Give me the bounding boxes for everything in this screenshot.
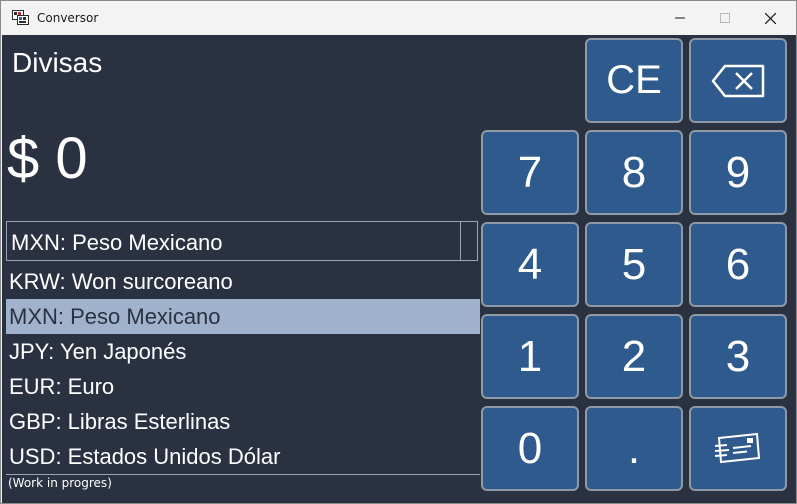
clear-entry-button[interactable]: CE	[585, 38, 683, 123]
decimal-point-button[interactable]: .	[585, 406, 683, 491]
minimize-icon	[675, 17, 685, 19]
list-item-krw[interactable]: KRW: Won surcoreano	[6, 264, 480, 299]
close-button[interactable]	[747, 1, 793, 35]
list-item-usd[interactable]: USD: Estados Unidos Dólar	[6, 439, 480, 474]
footer-note: (Work in progres)	[8, 476, 112, 490]
backspace-button[interactable]	[689, 38, 787, 123]
convert-button[interactable]	[689, 406, 787, 491]
key-8[interactable]: 8	[585, 130, 683, 215]
currency-dropdown-list[interactable]: KRW: Won surcoreano MXN: Peso Mexicano J…	[6, 264, 480, 475]
app-icon	[12, 10, 29, 25]
maximize-button[interactable]	[702, 1, 748, 35]
title-bar[interactable]: Conversor	[1, 1, 796, 35]
key-1[interactable]: 1	[481, 314, 579, 399]
key-3[interactable]: 3	[689, 314, 787, 399]
list-divider	[6, 474, 480, 475]
app-window: Conversor Divisas $ 0 MXN: Peso Mexicano…	[0, 0, 797, 504]
key-4[interactable]: 4	[481, 222, 579, 307]
mode-title: Divisas	[12, 47, 103, 78]
list-item-gbp[interactable]: GBP: Libras Esterlinas	[6, 404, 480, 439]
list-item-jpy[interactable]: JPY: Yen Japonés	[6, 334, 480, 369]
key-6[interactable]: 6	[689, 222, 787, 307]
currency-combobox[interactable]: MXN: Peso Mexicano	[6, 221, 478, 261]
amount-display: $ 0	[7, 126, 88, 191]
list-item-mxn[interactable]: MXN: Peso Mexicano	[6, 299, 480, 334]
key-7[interactable]: 7	[481, 130, 579, 215]
key-5[interactable]: 5	[585, 222, 683, 307]
convert-icon	[714, 432, 761, 463]
converter-panel: Divisas $ 0 MXN: Peso Mexicano KRW: Won …	[2, 35, 796, 503]
close-icon	[764, 12, 776, 24]
key-2[interactable]: 2	[585, 314, 683, 399]
combobox-selected-value: MXN: Peso Mexicano	[11, 230, 223, 255]
minimize-button[interactable]	[657, 1, 703, 35]
combobox-separator	[460, 222, 461, 260]
list-item-eur[interactable]: EUR: Euro	[6, 369, 480, 404]
window-title: Conversor	[37, 11, 99, 25]
maximize-icon	[720, 13, 730, 23]
backspace-icon	[711, 64, 765, 97]
key-9[interactable]: 9	[689, 130, 787, 215]
key-0[interactable]: 0	[481, 406, 579, 491]
